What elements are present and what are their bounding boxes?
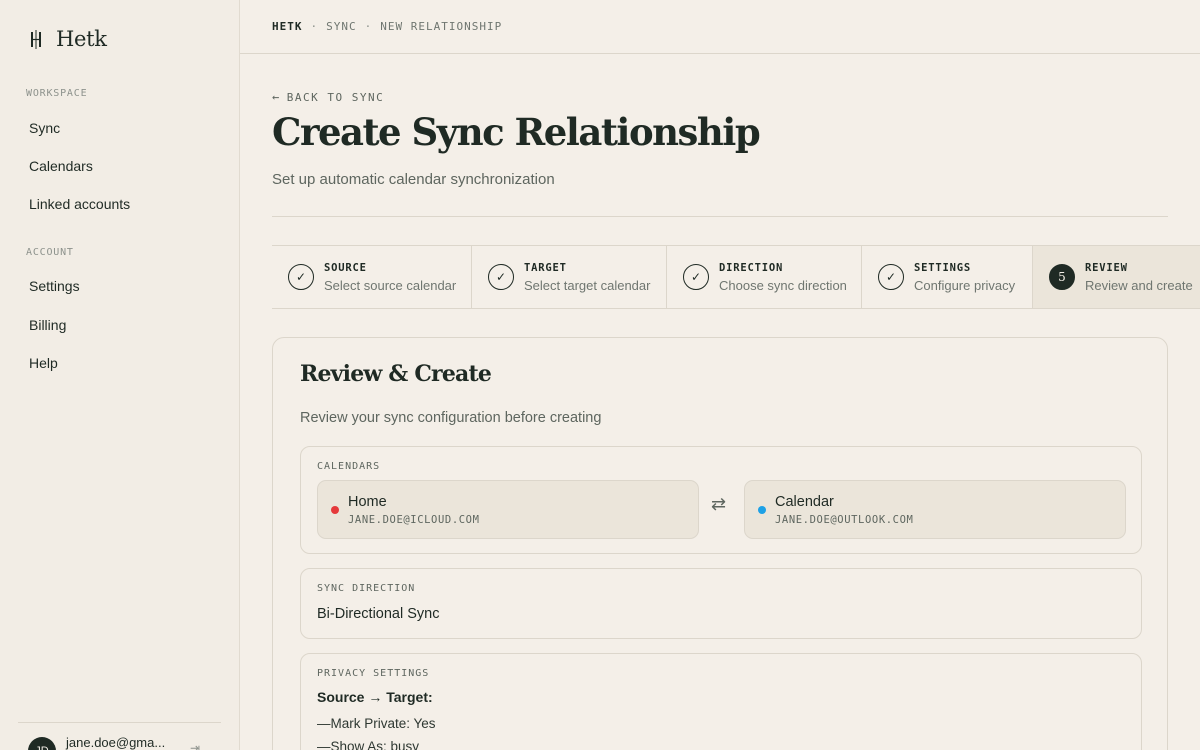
step-settings[interactable]: ✓ SETTINGS Configure privacy xyxy=(862,246,1033,308)
topbar: HETK · SYNC · NEW RELATIONSHIP xyxy=(240,0,1200,54)
step-description: Choose sync direction xyxy=(719,278,847,293)
check-icon: ✓ xyxy=(683,264,709,290)
calendars-label: CALENDARS xyxy=(317,461,381,472)
privacy-row: —Mark Private: Yes xyxy=(317,716,436,731)
privacy-settings-panel: PRIVACY SETTINGS Source → Target: —Mark … xyxy=(300,653,1142,750)
nav-section-account: ACCOUNT xyxy=(26,247,74,258)
source-calendar: Home JANE.DOE@ICLOUD.COM xyxy=(317,480,699,539)
sidebar-divider xyxy=(18,722,221,723)
stepper: ✓ SOURCE Select source calendar ✓ TARGET… xyxy=(272,245,1200,309)
step-number-badge: 5 xyxy=(1049,264,1075,290)
step-description: Configure privacy xyxy=(914,278,1016,293)
sidebar-item-help[interactable]: Help xyxy=(29,355,58,371)
step-description: Select source calendar xyxy=(324,278,457,293)
step-name: TARGET xyxy=(524,262,567,274)
breadcrumb-item[interactable]: SYNC xyxy=(326,20,357,33)
step-review[interactable]: 5 REVIEW Review and create xyxy=(1033,246,1200,308)
page-title: Create Sync Relationship xyxy=(272,110,761,154)
privacy-direction-heading: Source → Target: xyxy=(317,689,433,705)
user-email[interactable]: jane.doe@gma... xyxy=(66,735,165,750)
review-subtitle: Review your sync configuration before cr… xyxy=(300,410,602,426)
review-title: Review & Create xyxy=(300,361,492,387)
target-calendar: Calendar JANE.DOE@OUTLOOK.COM xyxy=(744,480,1126,539)
header-divider xyxy=(272,216,1168,217)
brand-name: Hetk xyxy=(56,27,107,51)
privacy-row: —Show As: busy xyxy=(317,739,420,750)
target-calendar-account: JANE.DOE@OUTLOOK.COM xyxy=(775,514,914,526)
breadcrumb-item[interactable]: HETK xyxy=(272,20,303,33)
step-direction[interactable]: ✓ DIRECTION Choose sync direction xyxy=(667,246,862,308)
swap-arrows-icon: ⇄ xyxy=(711,494,727,514)
calendars-panel: CALENDARS Home JANE.DOE@ICLOUD.COM ⇄ Cal… xyxy=(300,446,1142,554)
breadcrumb-item: NEW RELATIONSHIP xyxy=(380,20,503,33)
avatar[interactable]: JD xyxy=(28,737,56,750)
step-description: Select target calendar xyxy=(524,278,651,293)
sync-direction-label: SYNC DIRECTION xyxy=(317,583,416,594)
sync-direction-value: Bi-Directional Sync xyxy=(317,606,440,622)
step-name: SOURCE xyxy=(324,262,367,274)
arrow-left-icon: ← xyxy=(272,90,281,104)
sidebar-item-calendars[interactable]: Calendars xyxy=(29,158,93,174)
nav-section-workspace: WORKSPACE xyxy=(26,88,88,99)
calendar-color-dot xyxy=(758,506,766,514)
sidebar-item-sync[interactable]: Sync xyxy=(29,120,60,136)
brand[interactable]: Hetk xyxy=(28,27,107,51)
check-icon: ✓ xyxy=(288,264,314,290)
target-calendar-name: Calendar xyxy=(775,494,834,510)
sidebar: Hetk WORKSPACE Sync Calendars Linked acc… xyxy=(0,0,240,750)
check-icon: ✓ xyxy=(488,264,514,290)
step-description: Review and create xyxy=(1085,278,1193,293)
step-source[interactable]: ✓ SOURCE Select source calendar xyxy=(272,246,472,308)
sidebar-item-billing[interactable]: Billing xyxy=(29,317,66,333)
step-name: REVIEW xyxy=(1085,262,1128,274)
logout-icon[interactable]: ⇥ xyxy=(190,741,200,750)
step-name: DIRECTION xyxy=(719,262,784,274)
back-to-sync-link[interactable]: ← BACK TO SYNC xyxy=(272,90,384,104)
source-calendar-name: Home xyxy=(348,494,387,510)
breadcrumb-separator: · xyxy=(364,20,373,33)
review-card: Review & Create Review your sync configu… xyxy=(272,337,1168,750)
check-icon: ✓ xyxy=(878,264,904,290)
calendar-color-dot xyxy=(331,506,339,514)
page-subtitle: Set up automatic calendar synchronizatio… xyxy=(272,171,555,188)
breadcrumb-separator: · xyxy=(310,20,319,33)
breadcrumb: HETK · SYNC · NEW RELATIONSHIP xyxy=(272,20,502,33)
hetk-logo-icon xyxy=(31,30,41,49)
back-link-label: BACK TO SYNC xyxy=(286,90,385,104)
sync-direction-panel: SYNC DIRECTION Bi-Directional Sync xyxy=(300,568,1142,639)
step-target[interactable]: ✓ TARGET Select target calendar xyxy=(472,246,667,308)
source-calendar-account: JANE.DOE@ICLOUD.COM xyxy=(348,514,480,526)
step-name: SETTINGS xyxy=(914,262,971,274)
privacy-settings-label: PRIVACY SETTINGS xyxy=(317,668,430,679)
sidebar-item-settings[interactable]: Settings xyxy=(29,278,80,294)
sidebar-item-linked-accounts[interactable]: Linked accounts xyxy=(29,196,130,212)
